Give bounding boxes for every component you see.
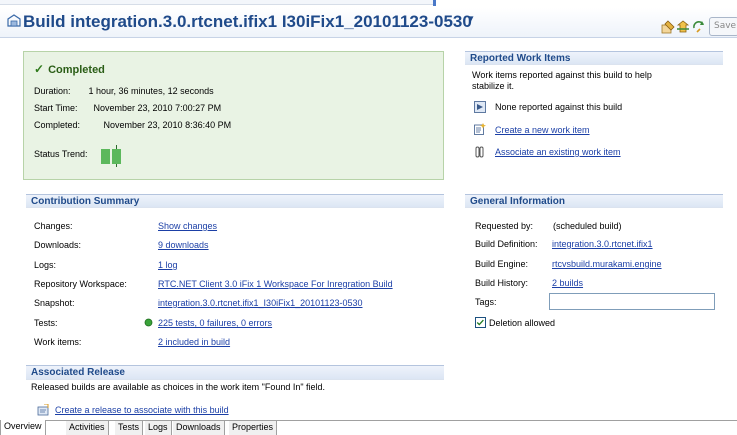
tab-tests[interactable]: Tests <box>115 421 144 435</box>
deletion-allowed-checkbox[interactable] <box>475 317 486 328</box>
build-icon <box>7 14 21 27</box>
reported-work-items-header[interactable]: Reported Work Items <box>465 51 723 65</box>
editor-tab-bar: Overview Activities Tests Logs Downloads… <box>0 420 737 435</box>
top-marker <box>433 0 436 6</box>
duration-label: Duration: <box>34 86 71 96</box>
work-items-label: Work items: <box>34 337 82 347</box>
associate-work-item-link[interactable]: Associate an existing work item <box>495 147 621 157</box>
page-title: Build integration.3.0.rtcnet.ifix1 I30iF… <box>23 12 472 31</box>
start-time-row: Start Time: November 23, 2010 7:00:27 PM <box>34 103 221 113</box>
work-item-icon <box>474 101 486 113</box>
snapshot-label: Snapshot: <box>34 298 75 308</box>
logs-label: Logs: <box>34 260 57 270</box>
work-items-link[interactable]: 2 included in build <box>158 337 230 347</box>
tests-link[interactable]: 225 tests, 0 failures, 0 errors <box>158 318 272 328</box>
title-dropdown-icon[interactable]: ▾ <box>468 12 474 25</box>
build-definition-link[interactable]: integration.3.0.rtcnet.ifix1 <box>552 239 653 249</box>
completed-value: November 23, 2010 8:36:40 PM <box>103 120 232 130</box>
status-title: ✓ Completed <box>34 62 105 76</box>
trend-bar <box>112 149 121 164</box>
edit-definition-icon[interactable] <box>660 19 676 35</box>
link-icon <box>475 146 484 158</box>
tags-input[interactable] <box>549 293 715 310</box>
changes-link[interactable]: Show changes <box>158 221 217 231</box>
tab-activities[interactable]: Activities <box>66 421 109 435</box>
changes-label: Changes: <box>34 221 73 231</box>
request-build-icon[interactable] <box>675 19 691 35</box>
start-time-label: Start Time: <box>34 103 78 113</box>
reported-description-line2: stabilize it. <box>472 81 515 91</box>
duration-value: 1 hour, 36 minutes, 12 seconds <box>88 86 214 96</box>
repository-workspace-label: Repository Workspace: <box>34 279 127 289</box>
create-release-link[interactable]: Create a release to associate with this … <box>55 405 229 415</box>
tab-downloads[interactable]: Downloads <box>173 421 225 435</box>
requested-by-value: (scheduled build) <box>553 221 622 231</box>
status-trend-label: Status Trend: <box>34 149 88 159</box>
tests-label: Tests: <box>34 318 58 328</box>
tab-logs[interactable]: Logs <box>145 421 172 435</box>
status-trend-chart[interactable] <box>101 145 123 167</box>
tags-label: Tags: <box>475 297 497 307</box>
green-dot-icon <box>144 318 153 327</box>
associated-release-header[interactable]: Associated Release <box>26 365 444 380</box>
build-engine-label: Build Engine: <box>475 259 529 269</box>
create-work-item-link[interactable]: Create a new work item <box>495 125 590 135</box>
checkmark-icon <box>476 319 484 326</box>
build-definition-label: Build Definition: <box>475 239 538 249</box>
build-history-label: Build History: <box>475 278 529 288</box>
downloads-label: Downloads: <box>34 240 82 250</box>
general-information-header[interactable]: General Information <box>465 194 723 208</box>
none-reported-text: None reported against this build <box>495 102 623 112</box>
new-work-item-icon <box>474 123 486 135</box>
trend-bar <box>101 149 110 164</box>
reported-description-line1: Work items reported against this build t… <box>472 70 652 80</box>
repository-workspace-link[interactable]: RTC.NET Client 3.0 iFix 1 Workspace For … <box>158 279 393 289</box>
downloads-link[interactable]: 9 downloads <box>158 240 209 250</box>
build-history-link[interactable]: 2 builds <box>552 278 583 288</box>
requested-by-label: Requested by: <box>475 221 534 231</box>
release-icon <box>37 404 49 416</box>
snapshot-link[interactable]: integration.3.0.rtcnet.ifix1_I30iFix1_20… <box>158 298 362 308</box>
start-time-value: November 23, 2010 7:00:27 PM <box>93 103 222 113</box>
window-top-strip <box>0 0 737 6</box>
associated-release-description: Released builds are available as choices… <box>31 382 326 392</box>
check-icon: ✓ <box>34 62 45 76</box>
tab-overview[interactable]: Overview <box>0 420 46 435</box>
logs-link[interactable]: 1 log <box>158 260 178 270</box>
completed-row: Completed: November 23, 2010 8:36:40 PM <box>34 120 231 130</box>
contribution-summary-header[interactable]: Contribution Summary <box>26 194 444 208</box>
refresh-icon[interactable] <box>691 19 707 35</box>
top-bar <box>0 0 433 5</box>
completed-label: Completed: <box>34 120 81 130</box>
build-engine-link[interactable]: rtcvsbuild.murakami.engine <box>552 259 662 269</box>
duration-row: Duration: 1 hour, 36 minutes, 12 seconds <box>34 86 214 96</box>
save-button[interactable]: Save <box>709 17 737 36</box>
deletion-allowed-label: Deletion allowed <box>489 318 556 328</box>
tab-properties[interactable]: Properties <box>229 421 278 435</box>
build-status-panel: ✓ Completed Duration: 1 hour, 36 minutes,… <box>23 51 444 180</box>
editor-header: Build integration.3.0.rtcnet.ifix1 I30iF… <box>0 8 737 38</box>
